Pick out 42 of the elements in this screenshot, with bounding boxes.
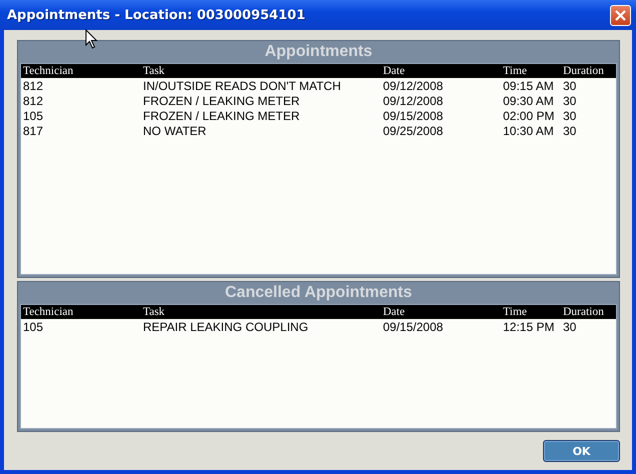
column-header: Time (503, 65, 528, 77)
ok-button[interactable]: OK (543, 440, 620, 462)
column-header: Duration (563, 306, 605, 318)
column-header: Time (503, 306, 528, 318)
window-title: Appointments - Location: 003000954101 (7, 8, 306, 22)
table-cell-text: 30 (563, 320, 578, 334)
table-cell-text: 30 (563, 78, 578, 92)
panel-title: Cancelled Appointments (224, 283, 413, 303)
table-cell-text: 09/15/2008 (383, 320, 444, 334)
table-cell-text: 812 (23, 94, 44, 108)
table-cell-text: IN/OUTSIDE READS DON'T MATCH (143, 78, 342, 92)
table-cell-text: 812 (23, 78, 44, 92)
table-cell-text: 105 (23, 108, 44, 122)
table-cell-text: FROZEN / LEAKING METER (143, 94, 301, 108)
table-cell-text: 09/12/2008 (383, 78, 444, 92)
column-header: Technician (23, 65, 74, 77)
table-cell-text: 30 (563, 108, 578, 122)
column-header: Task (143, 65, 166, 77)
mouse-pointer-icon (85, 29, 98, 49)
table-cell-text: 02:00 PM (503, 108, 556, 122)
column-header: Technician (23, 306, 74, 318)
table-cell-text: REPAIR LEAKING COUPLING (143, 320, 310, 334)
column-header: Task (143, 306, 166, 318)
table-cell-text: 09/25/2008 (383, 124, 444, 138)
table-cell-text: 09/12/2008 (383, 94, 444, 108)
table-cell-text: 12:15 PM (503, 320, 556, 334)
table-cell-text: 09:30 AM (503, 94, 555, 108)
table-cell-text: FROZEN / LEAKING METER (143, 108, 301, 122)
panel-title: Appointments (264, 42, 374, 62)
table-cell-text: NO WATER (143, 124, 208, 138)
column-header: Date (383, 306, 406, 318)
table-cell-text: 30 (563, 124, 578, 138)
table-cell-text: 10:30 AM (503, 124, 555, 138)
column-header: Duration (563, 65, 605, 77)
table-cell-text: 105 (23, 320, 44, 334)
table-cell-text: 30 (563, 94, 578, 108)
table-cell-text: 09/15/2008 (383, 108, 444, 122)
close-icon (614, 8, 627, 22)
table-cell-text: 817 (23, 124, 44, 138)
table-cell-text: 09:15 AM (503, 78, 555, 92)
column-header: Date (383, 65, 406, 77)
close-button[interactable] (610, 4, 631, 26)
